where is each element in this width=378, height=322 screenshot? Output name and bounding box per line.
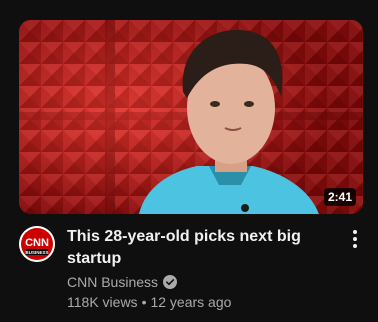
channel-row: CNN Business: [67, 272, 178, 292]
upload-age: 12 years ago: [150, 294, 232, 310]
more-vert-icon[interactable]: [345, 228, 365, 250]
video-metadata: 118K views • 12 years ago: [67, 292, 231, 312]
video-thumbnail[interactable]: 2:41: [19, 20, 363, 214]
verified-check-icon: [163, 275, 178, 289]
channel-avatar[interactable]: CNN BUSINESS: [19, 226, 55, 262]
channel-name[interactable]: CNN Business: [67, 274, 158, 290]
menu-dot: [353, 237, 357, 241]
video-title[interactable]: This 28-year-old picks next big startup: [67, 226, 337, 270]
logo-subtext: BUSINESS: [25, 250, 48, 255]
video-card[interactable]: 2:41 CNN BUSINESS This 28-year-old picks…: [0, 0, 378, 322]
cnn-business-logo: CNN BUSINESS: [19, 226, 55, 262]
separator-dot: •: [141, 294, 147, 310]
menu-dot: [353, 230, 357, 234]
logo-text: CNN: [25, 237, 49, 249]
duration-badge: 2:41: [323, 188, 356, 206]
view-count: 118K views: [67, 294, 138, 310]
thumbnail-image: [19, 20, 363, 214]
menu-dot: [353, 244, 357, 248]
